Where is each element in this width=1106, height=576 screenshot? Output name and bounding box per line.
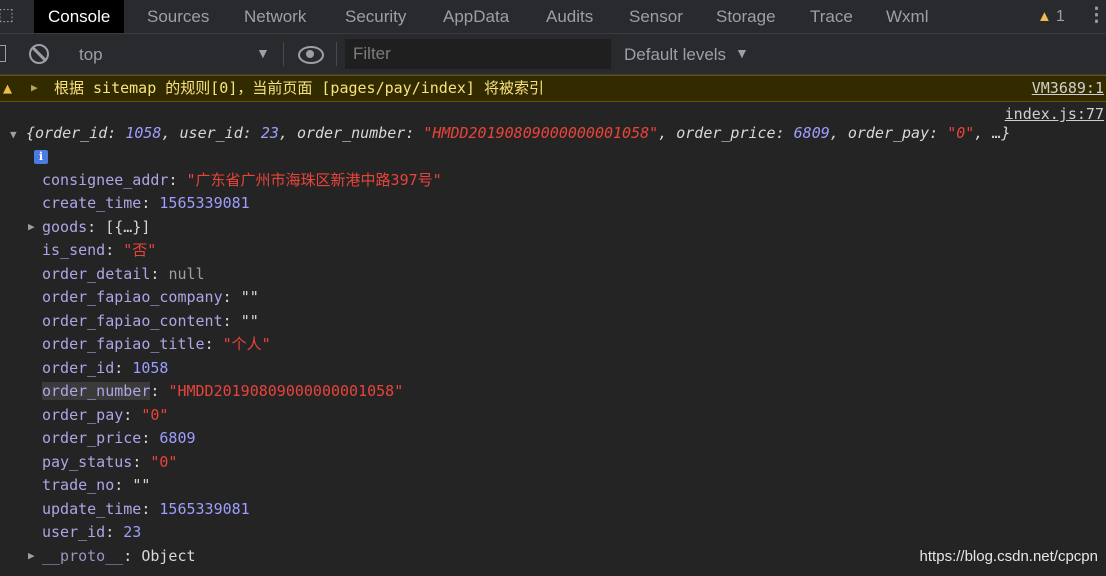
expand-proto-icon[interactable]: ▶: [28, 546, 35, 566]
property-row: order_fapiao_content: "": [42, 312, 259, 330]
devtools-tab-bar: ⬚ Console Sources Network Security AppDa…: [0, 0, 1106, 34]
context-selector[interactable]: top: [79, 45, 103, 65]
tab-sensor[interactable]: Sensor: [629, 0, 683, 33]
filter-input[interactable]: [345, 39, 611, 69]
live-expression-eye-icon[interactable]: [298, 46, 324, 64]
warning-count: 1: [1055, 8, 1065, 25]
property-row: order_number: "HMDD20190809000000001058": [42, 382, 404, 400]
tab-wxml[interactable]: Wxml: [886, 0, 928, 33]
property-row: order_fapiao_company: "": [42, 288, 259, 306]
warning-source-link[interactable]: VM3689:1: [1032, 76, 1104, 100]
warning-counter[interactable]: ▲ 1: [1037, 0, 1065, 33]
tab-console[interactable]: Console: [34, 0, 125, 33]
toolbar-divider: [336, 42, 337, 66]
property-row: user_id: 23: [42, 523, 142, 541]
console-warning-message: ▲ ▶ 根据 sitemap 的规则[0]，当前页面 [pages/pay/in…: [0, 75, 1106, 102]
watermark-text: https://blog.csdn.net/cpcpn: [919, 548, 1098, 565]
log-source-link[interactable]: index.js:77: [1005, 105, 1104, 123]
tab-storage[interactable]: Storage: [716, 0, 776, 33]
tab-appdata[interactable]: AppData: [443, 0, 509, 33]
property-row: create_time: 1565339081: [42, 194, 250, 212]
property-row: order_price: 6809: [42, 429, 196, 447]
property-row-goods[interactable]: goods: [{…}]: [42, 217, 150, 237]
sidebar-toggle-icon[interactable]: [0, 45, 6, 62]
object-summary[interactable]: ▼ {order_id: 1058, user_id: 23, order_num…: [10, 124, 1010, 142]
expand-goods-icon[interactable]: ▶: [28, 217, 35, 237]
tab-network[interactable]: Network: [244, 0, 306, 33]
log-levels-dropdown[interactable]: Default levels: [624, 45, 726, 65]
property-row: order_fapiao_title: "个人": [42, 335, 271, 353]
expand-arrow-icon[interactable]: ▶: [31, 76, 38, 100]
property-row-proto[interactable]: __proto__: Object: [42, 546, 196, 566]
toolbar-divider: [283, 42, 284, 66]
warning-text: 根据 sitemap 的规则[0]，当前页面 [pages/pay/index]…: [54, 79, 544, 97]
property-row: consignee_addr: "广东省广州市海珠区新港中路397号": [42, 171, 442, 189]
inspect-element-icon[interactable]: ⬚: [0, 5, 14, 25]
tab-trace[interactable]: Trace: [810, 0, 853, 33]
tab-security[interactable]: Security: [345, 0, 406, 33]
levels-dropdown-icon[interactable]: ▼: [735, 45, 749, 61]
warning-icon: ▲: [3, 79, 13, 97]
collapse-arrow-icon[interactable]: ▼: [10, 128, 26, 141]
tab-audits[interactable]: Audits: [546, 0, 593, 33]
context-dropdown-icon[interactable]: ▼: [256, 45, 270, 61]
info-icon[interactable]: i: [34, 150, 48, 164]
property-row: order_detail: null: [42, 265, 205, 283]
property-row: update_time: 1565339081: [42, 500, 250, 518]
property-row: order_pay: "0": [42, 406, 169, 424]
property-row: order_id: 1058: [42, 359, 169, 377]
property-row: pay_status: "0": [42, 453, 178, 471]
more-options-icon[interactable]: ⋮: [1087, 0, 1106, 33]
property-row: is_send: "否": [42, 241, 157, 259]
property-row: trade_no: "": [42, 476, 151, 494]
tab-sources[interactable]: Sources: [147, 0, 209, 33]
warning-triangle-icon: ▲: [1037, 8, 1052, 25]
console-toolbar: top ▼ Default levels ▼: [0, 34, 1106, 75]
clear-console-icon[interactable]: [29, 44, 49, 64]
